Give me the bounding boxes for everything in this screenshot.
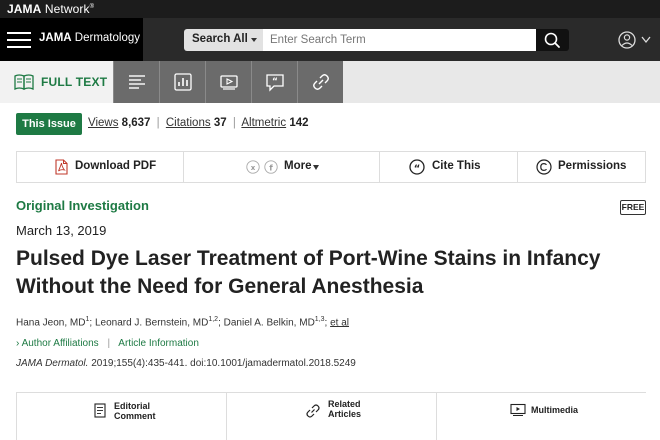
link-icon: [313, 74, 329, 90]
copyright-icon: [536, 159, 552, 175]
tab-figures[interactable]: [159, 61, 205, 103]
comments-icon: “: [266, 74, 284, 92]
citation-details: 2019;155(4):435-441. doi:10.1001/jamader…: [88, 358, 356, 369]
document-icon: [94, 403, 106, 418]
editorial-comment-link[interactable]: Editorial Comment: [16, 393, 226, 440]
user-account-button[interactable]: [617, 30, 653, 50]
figures-icon: [174, 73, 192, 91]
tab-related-links[interactable]: [297, 61, 343, 103]
altmetric-score: 142: [289, 117, 309, 129]
author-list: Hana Jeon, MD1; Leonard J. Bernstein, MD…: [16, 316, 349, 329]
svg-text:f: f: [269, 164, 273, 173]
cite-this-button[interactable]: “ Cite This: [380, 152, 518, 182]
multimedia-icon: [220, 75, 238, 90]
metrics-separator: |: [156, 117, 160, 129]
journal-brand: JAMA Dermatology: [0, 18, 143, 61]
permissions-button[interactable]: Permissions: [518, 152, 645, 182]
svg-text:x: x: [251, 164, 256, 172]
this-issue-button[interactable]: This Issue: [16, 113, 82, 135]
link-separator: |: [107, 338, 111, 349]
author-name[interactable]: Daniel A. Belkin, MD: [224, 317, 315, 328]
metrics-separator: |: [232, 117, 236, 129]
citation-line: JAMA Dermatol. 2019;155(4):435-441. doi:…: [16, 358, 356, 369]
article-title: Pulsed Dye Laser Treatment of Port-Wine …: [16, 247, 601, 298]
altmetric-link[interactable]: Altmetric: [241, 117, 286, 129]
multimedia-icon: [510, 403, 526, 416]
more-share-menu[interactable]: x f More: [184, 152, 380, 182]
author-affiliation-ref: 1,2: [208, 316, 219, 323]
affiliation-links: › Author Affiliations | Article Informat…: [16, 338, 199, 349]
tab-full-text[interactable]: FULL TEXT: [0, 61, 113, 103]
author-name[interactable]: Hana Jeon, MD: [16, 317, 85, 328]
pdf-icon: [55, 159, 68, 175]
svg-text:“: “: [272, 77, 278, 87]
publication-date: March 13, 2019: [16, 223, 107, 238]
tab-comments[interactable]: “: [251, 61, 297, 103]
author-affiliations-link[interactable]: Author Affiliations: [22, 338, 99, 349]
views-link[interactable]: Views: [88, 117, 118, 129]
user-icon: [618, 31, 651, 49]
twitter-icon[interactable]: x: [246, 160, 260, 174]
search-button[interactable]: [536, 29, 569, 51]
article-type: Original Investigation: [16, 198, 149, 213]
author-name[interactable]: Leonard J. Bernstein, MD: [95, 317, 208, 328]
network-bar: JAMA Network®: [0, 0, 660, 18]
facebook-icon[interactable]: f: [264, 160, 278, 174]
tab-multimedia[interactable]: [205, 61, 251, 103]
et-al-link[interactable]: et al: [330, 317, 349, 328]
tab-outline[interactable]: [113, 61, 159, 103]
citations-link[interactable]: Citations: [166, 117, 211, 129]
search-icon: [544, 32, 560, 48]
menu-icon[interactable]: [7, 31, 31, 49]
book-icon: [14, 74, 34, 91]
article-information-link[interactable]: Article Information: [118, 338, 199, 349]
article-nav: FULL TEXT “: [0, 61, 660, 103]
search-input[interactable]: [263, 29, 536, 51]
author-affiliation-ref: 1,3: [314, 316, 325, 323]
free-access-badge: FREE: [620, 200, 646, 215]
multimedia-link[interactable]: Multimedia: [436, 393, 646, 440]
caret-down-icon: [251, 38, 257, 42]
outline-icon: [129, 75, 145, 89]
quote-icon: “: [409, 159, 425, 175]
related-content-bar: Editorial Comment Related Articles Multi…: [16, 392, 646, 440]
journal-logo[interactable]: JAMA Dermatology: [39, 32, 140, 44]
author-affiliation-ref: 1: [85, 316, 90, 323]
svg-text:“: “: [414, 164, 421, 175]
download-pdf-button[interactable]: Download PDF: [17, 152, 184, 182]
link-icon: [306, 404, 320, 418]
jama-network-logo[interactable]: JAMA Network®: [7, 2, 94, 16]
article-metrics: Views 8,637 | Citations 37 | Altmetric 1…: [88, 117, 309, 129]
views-count: 8,637: [121, 117, 151, 129]
citations-count: 37: [213, 117, 227, 129]
journal-abbreviation: JAMA Dermatol.: [16, 358, 89, 369]
chevron-down-icon: [313, 165, 319, 170]
article-action-bar: Download PDF x f More “ Cite This Permis…: [16, 151, 646, 183]
search-scope-select[interactable]: Search All: [184, 29, 263, 51]
related-articles-link[interactable]: Related Articles: [226, 393, 436, 440]
site-header: JAMA Dermatology Search All: [0, 18, 660, 61]
chevron-right-icon: ›: [16, 338, 20, 349]
